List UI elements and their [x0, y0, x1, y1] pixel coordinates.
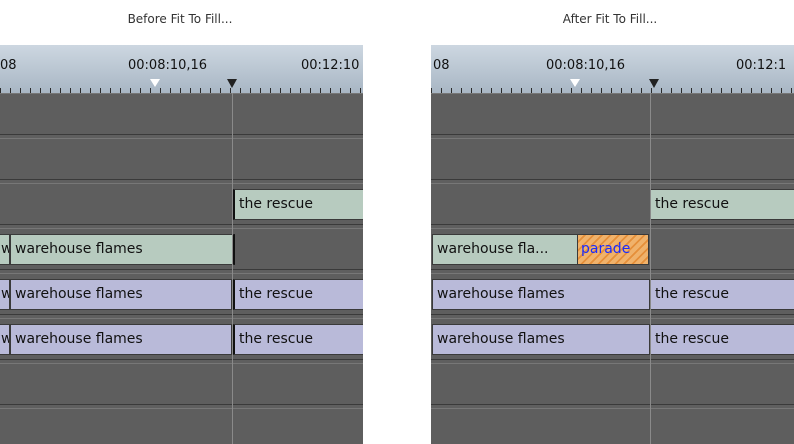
timecode-left: 08 — [433, 58, 450, 73]
clip-the-rescue[interactable]: the rescue — [232, 279, 363, 310]
track-empty-3[interactable] — [431, 363, 794, 405]
clip-stub[interactable]: w — [0, 279, 10, 310]
mark-in-marker[interactable] — [570, 79, 580, 87]
timecode-ruler[interactable]: 08 00:08:10,16 00:12:1 — [431, 45, 794, 94]
clip-warehouse-flames[interactable]: warehouse flames — [10, 279, 232, 310]
timecode-ruler[interactable]: 08 00:08:10,16 00:12:10 — [0, 45, 363, 94]
track-empty-1[interactable] — [431, 93, 794, 135]
track-empty-2[interactable] — [431, 138, 794, 180]
clip-stub[interactable]: w — [0, 234, 10, 265]
timecode-mid: 00:08:10,16 — [546, 58, 626, 73]
track-v3[interactable]: the rescue — [0, 183, 363, 225]
clip-the-rescue[interactable]: the rescue — [650, 189, 794, 220]
track-v2[interactable]: warehouse fla... parade — [431, 228, 794, 270]
track-v1[interactable]: warehouse flames the rescue — [431, 273, 794, 315]
track-empty-1[interactable] — [0, 93, 363, 135]
track-v3[interactable]: the rescue — [431, 183, 794, 225]
clip-the-rescue[interactable]: the rescue — [232, 324, 363, 355]
timecode-right: 00:12:10 — [301, 58, 360, 73]
mark-in-marker[interactable] — [150, 79, 160, 87]
track-a1[interactable]: warehouse flames the rescue — [431, 318, 794, 360]
clip-warehouse-flames[interactable]: warehouse flames — [10, 234, 235, 265]
track-v1[interactable]: w warehouse flames the rescue — [0, 273, 363, 315]
edit-point-line — [650, 93, 651, 444]
clip-warehouse-flames[interactable]: warehouse flames — [10, 324, 232, 355]
playhead-marker[interactable] — [649, 79, 659, 88]
track-empty-3[interactable] — [0, 363, 363, 405]
clip-parade-fit-to-fill[interactable]: parade — [577, 234, 649, 265]
clip-stub[interactable]: w — [0, 324, 10, 355]
track-a1[interactable]: w warehouse flames the rescue — [0, 318, 363, 360]
clip-the-rescue[interactable]: the rescue — [232, 189, 363, 220]
track-empty-2[interactable] — [0, 138, 363, 180]
clip-warehouse-flames[interactable]: warehouse flames — [432, 324, 650, 355]
track-v2[interactable]: w warehouse flames — [0, 228, 363, 270]
track-empty-4[interactable] — [0, 408, 363, 444]
clip-the-rescue[interactable]: the rescue — [650, 324, 794, 355]
playhead-marker[interactable] — [227, 79, 237, 88]
timecode-right: 00:12:1 — [736, 58, 787, 73]
before-timeline-panel: 08 00:08:10,16 00:12:10 the rescue w war… — [0, 45, 363, 444]
clip-the-rescue[interactable]: the rescue — [650, 279, 794, 310]
timecode-left: 08 — [0, 58, 17, 73]
clip-warehouse-flames[interactable]: warehouse fla... — [432, 234, 578, 265]
before-caption: Before Fit To Fill... — [127, 12, 233, 26]
track-empty-4[interactable] — [431, 408, 794, 444]
timecode-mid: 00:08:10,16 — [128, 58, 208, 73]
after-timeline-panel: 08 00:08:10,16 00:12:1 the rescue wareho… — [431, 45, 794, 444]
edit-point-line — [232, 93, 233, 444]
clip-warehouse-flames[interactable]: warehouse flames — [432, 279, 650, 310]
after-caption: After Fit To Fill... — [562, 12, 658, 26]
